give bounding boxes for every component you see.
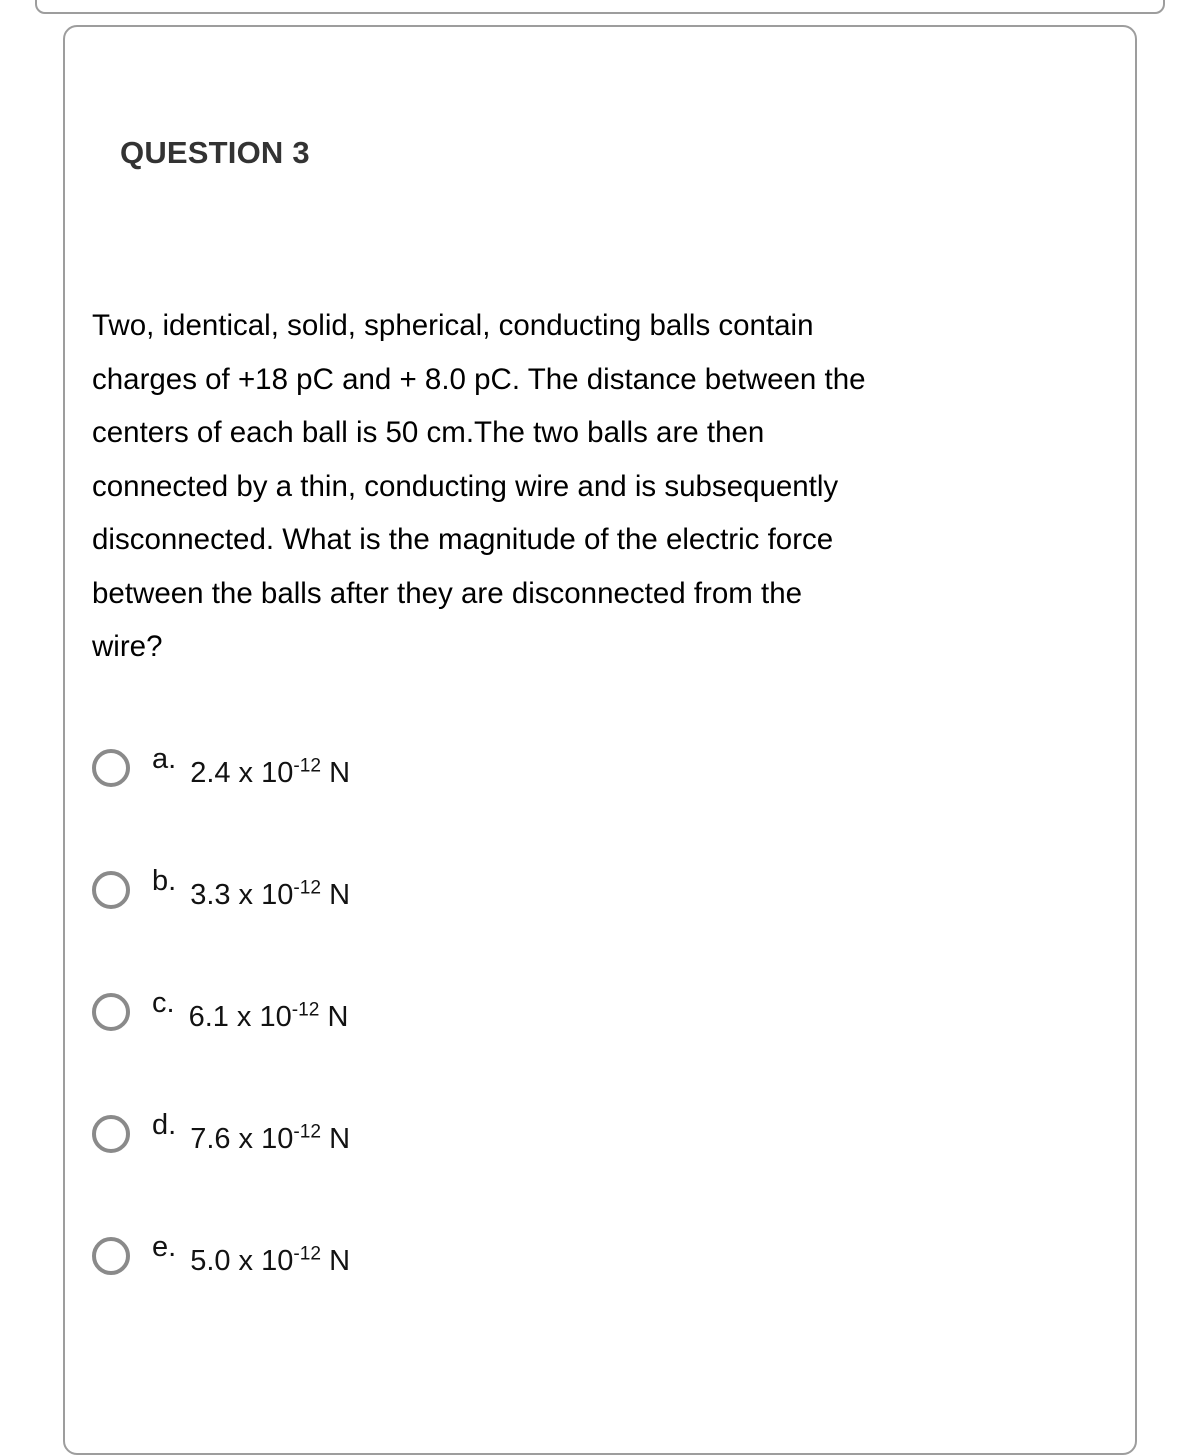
question-text-line: Two, identical, solid, spherical, conduc…	[92, 309, 814, 342]
question-text-line: wire?	[92, 630, 163, 663]
option-mantissa: 6.1 x 10	[188, 1001, 292, 1033]
page-title: QUESTION 3	[120, 135, 310, 170]
option-label: d.	[152, 1109, 177, 1141]
question-text-line: connected by a thin, conducting wire and…	[92, 469, 839, 503]
option-mantissa: 3.3 x 10	[190, 879, 294, 911]
radio-button-icon[interactable]	[92, 1237, 130, 1275]
option-unit: N	[329, 1245, 351, 1277]
option-label: b.	[152, 865, 177, 897]
option-exponent: -12	[293, 1121, 322, 1143]
option-value: 5.0 x 10-12 N	[190, 1244, 351, 1277]
answer-options-list: a. 2.4 x 10-12 N b. 3.3 x 10-12 N c. 6.1…	[92, 717, 1052, 1327]
option-unit: N	[329, 1123, 351, 1155]
question-text-line: disconnected. What is the magnitude of t…	[92, 523, 834, 556]
option-exponent: -12	[293, 877, 322, 899]
question-text-line: charges of +18 pC and + 8.0 pC. The dist…	[92, 362, 866, 396]
option-unit: N	[327, 1001, 349, 1033]
radio-button-icon[interactable]	[92, 749, 130, 787]
question-text: Two, identical, solid, spherical, conduc…	[92, 299, 1054, 674]
option-mantissa: 7.6 x 10	[190, 1123, 294, 1155]
previous-question-card-sliver	[35, 0, 1165, 14]
question-text-line: between the balls after they are disconn…	[92, 576, 803, 610]
option-exponent: -12	[293, 755, 322, 777]
answer-option-d[interactable]: d. 7.6 x 10-12 N	[92, 1083, 1052, 1205]
option-unit: N	[329, 879, 351, 911]
question-card: QUESTION 3 Two, identical, solid, spheri…	[63, 25, 1137, 1455]
radio-button-icon[interactable]	[92, 871, 130, 909]
answer-option-a[interactable]: a. 2.4 x 10-12 N	[92, 717, 1052, 839]
option-exponent: -12	[293, 1243, 322, 1265]
option-value: 6.1 x 10-12 N	[188, 1000, 349, 1033]
option-value: 7.6 x 10-12 N	[190, 1122, 351, 1155]
option-label: e.	[152, 1231, 177, 1263]
option-unit: N	[329, 757, 351, 789]
radio-button-icon[interactable]	[92, 993, 130, 1031]
option-exponent: -12	[291, 999, 320, 1021]
option-label: c.	[152, 987, 175, 1019]
option-mantissa: 2.4 x 10	[190, 757, 294, 789]
option-mantissa: 5.0 x 10	[190, 1245, 294, 1277]
option-label: a.	[152, 743, 177, 775]
answer-option-e[interactable]: e. 5.0 x 10-12 N	[92, 1205, 1052, 1327]
radio-button-icon[interactable]	[92, 1115, 130, 1153]
answer-option-c[interactable]: c. 6.1 x 10-12 N	[92, 961, 1052, 1083]
question-text-line: centers of each ball is 50 cm.The two ba…	[92, 416, 765, 449]
option-value: 2.4 x 10-12 N	[190, 756, 351, 789]
option-value: 3.3 x 10-12 N	[190, 878, 351, 911]
page-root: QUESTION 3 Two, identical, solid, spheri…	[0, 0, 1200, 1455]
answer-option-b[interactable]: b. 3.3 x 10-12 N	[92, 839, 1052, 961]
